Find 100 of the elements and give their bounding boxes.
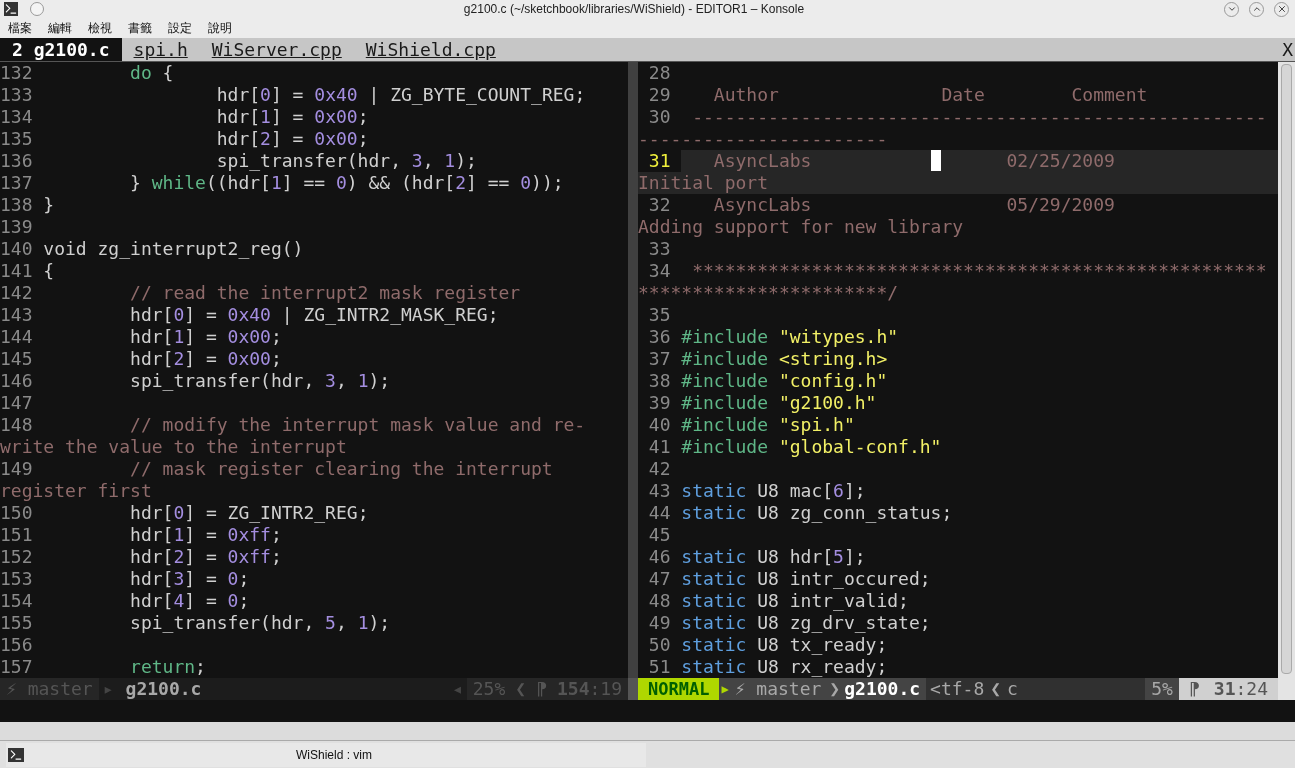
type-keyword: static	[681, 634, 747, 655]
code-text: hdr[	[129, 590, 174, 611]
code-text: ] =	[184, 546, 218, 567]
number-literal: 0	[173, 502, 185, 523]
code-text: hdr[	[129, 502, 174, 523]
code-text: ((hdr[	[205, 172, 271, 193]
menu-item[interactable]: 設定	[168, 19, 192, 37]
comment-text: *****************************************************	[691, 260, 1267, 281]
comment-text: -----------------------------------------------------	[691, 106, 1267, 127]
comment-text: // mask register clearing the interrupt	[130, 458, 553, 479]
code-text: ;	[270, 326, 282, 347]
comment-text: AsyncLabs 05/29/2009	[712, 194, 1115, 215]
code-text: ;	[270, 524, 282, 545]
comment-text: AsyncLabs	[712, 150, 813, 171]
text-cursor	[930, 150, 942, 171]
code-text: ;	[270, 348, 282, 369]
file-name: g2100.c	[844, 678, 927, 700]
code-text: ] ==	[281, 172, 327, 193]
line-icon: ⁋	[536, 678, 547, 700]
number-literal: 0	[227, 590, 239, 611]
code-text: hdr[	[129, 304, 174, 325]
number-literal: 0	[520, 172, 532, 193]
preprocessor-directive: #include	[681, 370, 769, 391]
code-text: | ZG_INTR2_MASK_REG;	[280, 304, 499, 325]
code-text: | ZG_BYTE_COUNT_REG;	[367, 84, 586, 105]
window-title: g2100.c (~/sketchbook/libraries/WiShield) - EDITOR1 – Konsole	[462, 1, 806, 18]
number-literal: 4	[173, 590, 185, 611]
number-literal: 6	[833, 480, 844, 501]
code-text: {	[43, 260, 55, 281]
number-literal: 1	[357, 370, 369, 391]
number-literal: 2	[455, 172, 467, 193]
code-text: ] =	[184, 590, 218, 611]
close-icon	[1276, 4, 1287, 14]
code-text: ,	[422, 150, 435, 171]
number-literal: 1	[173, 524, 185, 545]
number-literal: 3	[411, 150, 423, 171]
code-text: }	[129, 172, 142, 193]
number-literal: 0xff	[227, 546, 271, 567]
code-text: ,	[335, 612, 348, 633]
code-text: ];	[843, 546, 866, 567]
tab[interactable]: spi.h	[121, 38, 200, 61]
code-text: }	[43, 194, 55, 215]
code-text: ] = ZG_INTR2_REG;	[184, 502, 369, 523]
string-literal: "global-conf.h"	[778, 436, 942, 457]
string-literal: <string.h>	[778, 348, 888, 369]
number-literal: 5	[325, 612, 336, 633]
code-text: spi_transfer(hdr,	[215, 150, 402, 171]
menu-item[interactable]: 編輯	[48, 19, 72, 37]
tab[interactable]: WiShield.cpp	[353, 38, 508, 61]
menu-item[interactable]: 說明	[208, 19, 232, 37]
code-text: spi_transfer(hdr,	[129, 370, 316, 391]
window-menu-button[interactable]	[30, 2, 44, 16]
number-literal: 1	[173, 326, 185, 347]
type-keyword: static	[681, 656, 747, 677]
scrollbar[interactable]	[1278, 62, 1295, 678]
branch-indicator: ⚡ master	[730, 678, 826, 700]
number-literal: 5	[833, 546, 844, 567]
taskbar-task[interactable]: WiShield : vim	[6, 742, 646, 767]
string-literal: "g2100.h"	[778, 392, 877, 413]
menu-item[interactable]: 檢視	[88, 19, 112, 37]
code-text: ] =	[184, 524, 218, 545]
separator-arrow: ❮	[989, 678, 1003, 700]
code-text: U8 zg_conn_status;	[756, 502, 953, 523]
type-keyword: static	[681, 502, 747, 523]
preprocessor-directive: #include	[681, 326, 769, 347]
preprocessor-directive: #include	[681, 348, 769, 369]
tab[interactable]: 2 g2100.c	[0, 38, 122, 61]
code-text: ] ==	[466, 172, 511, 193]
terminal-icon[interactable]	[4, 2, 18, 16]
code-text: ] =	[184, 568, 218, 589]
code-text: U8 intr_occured;	[756, 568, 931, 589]
menu-item[interactable]: 檔案	[8, 19, 32, 37]
code-text: ,	[335, 370, 348, 391]
number-literal: 2	[173, 546, 185, 567]
comment-text: register first	[0, 480, 152, 501]
code-text: ] =	[184, 348, 218, 369]
code-text: hdr[	[129, 546, 174, 567]
code-text: );	[368, 370, 391, 391]
code-text: );	[455, 150, 477, 171]
code-text: {	[161, 62, 174, 83]
keyword: return	[130, 656, 196, 677]
number-literal: 0x00	[314, 128, 358, 149]
percent-indicator: 5%	[1145, 678, 1179, 700]
comment-text: Initial port	[638, 172, 769, 193]
chevron-down-icon	[1226, 4, 1237, 14]
type-keyword: static	[681, 546, 747, 567]
close-tab-button[interactable]: X	[1280, 36, 1295, 63]
code-text: ] =	[184, 304, 218, 325]
separator-arrow: ◂	[450, 678, 464, 700]
menu-item[interactable]: 書籤	[128, 19, 152, 37]
type-keyword: static	[681, 590, 747, 611]
code-text: ] =	[184, 326, 218, 347]
code-text: ] =	[270, 106, 305, 127]
code-text: ) && (hdr[	[346, 172, 456, 193]
chevron-up-icon	[1251, 4, 1262, 14]
code-text: ];	[843, 480, 866, 501]
code-text: hdr[	[215, 84, 261, 105]
tab[interactable]: WiServer.cpp	[199, 38, 354, 61]
number-literal: 0x00	[227, 326, 271, 347]
separator-arrow: ▸	[101, 678, 115, 700]
